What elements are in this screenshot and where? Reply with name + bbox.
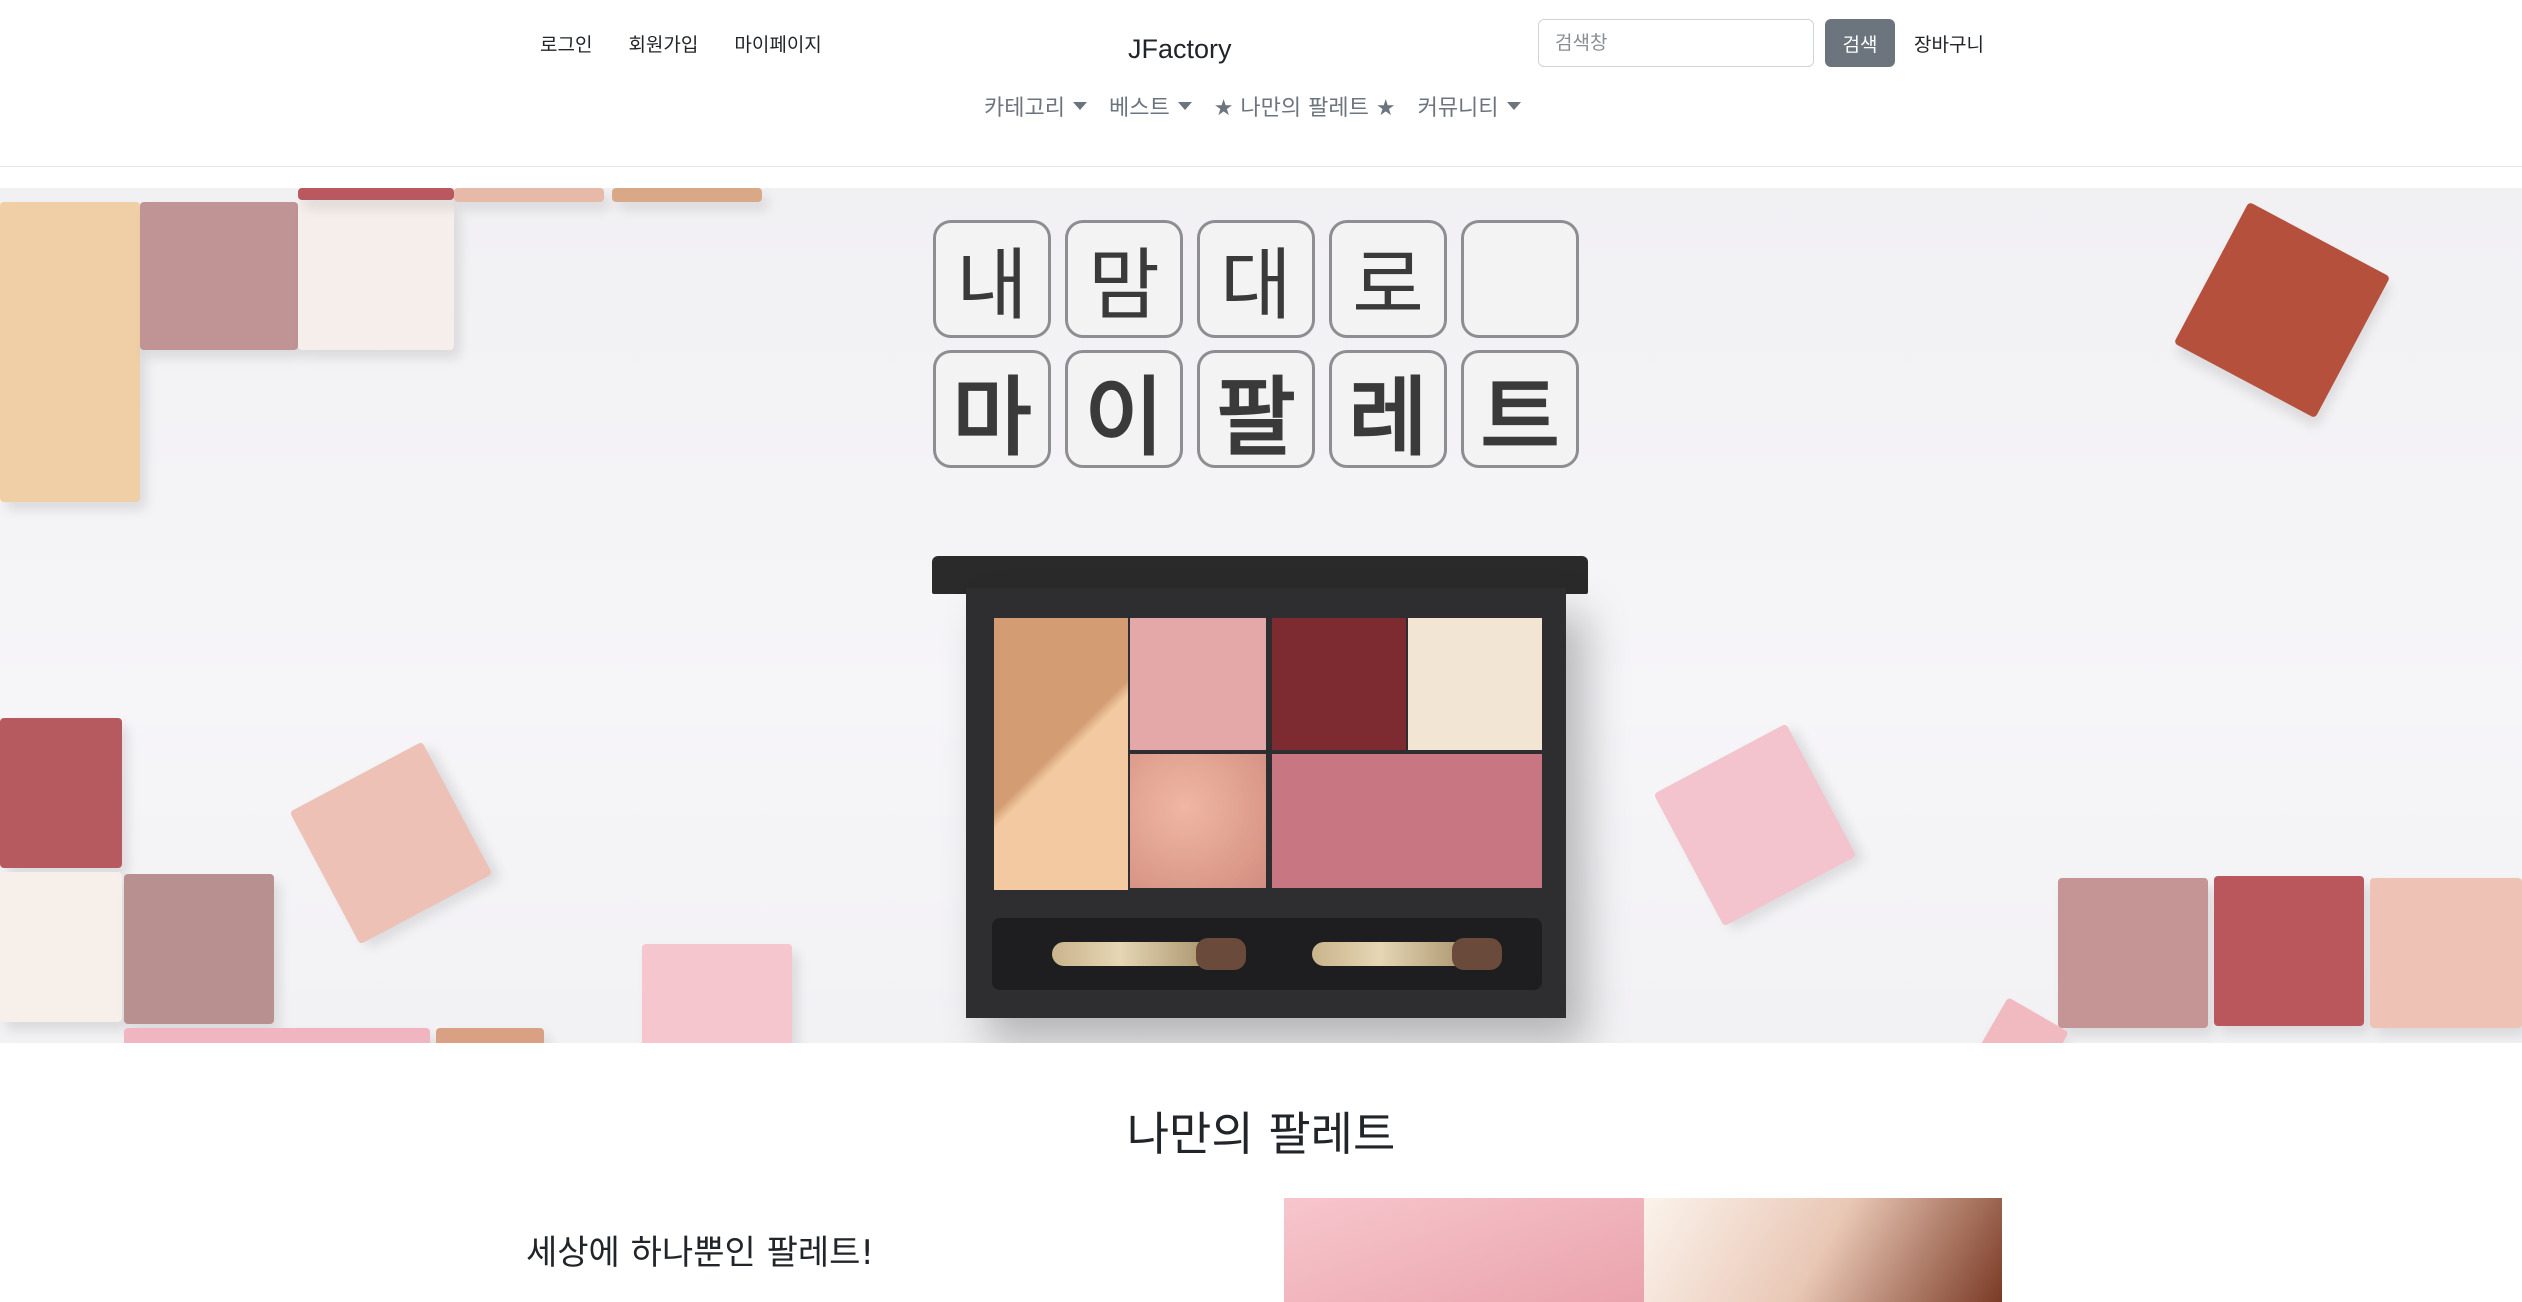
eyeshadow-pan <box>1973 997 2069 1043</box>
palette-well <box>1272 754 1542 888</box>
hero-tile: 이 <box>1065 350 1183 468</box>
palette-well <box>1272 618 1406 750</box>
hero-tile: 마 <box>933 350 1051 468</box>
signup-link[interactable]: 회원가입 <box>628 30 698 57</box>
hero-tile: 레 <box>1329 350 1447 468</box>
section-title: 나만의 팔레트 <box>1126 1107 1396 1161</box>
eyeshadow-pan <box>0 872 122 1022</box>
caret-down-icon <box>1072 102 1087 110</box>
hero-tile: 내 <box>933 220 1051 338</box>
eyeshadow-pan <box>298 202 454 350</box>
hero-tile <box>1461 220 1579 338</box>
search-button[interactable]: 검색 <box>1825 19 1895 67</box>
eyeshadow-pan <box>436 1028 544 1043</box>
eyeshadow-pan <box>2058 878 2208 1028</box>
promo-image-right <box>1644 1198 2002 1302</box>
login-link[interactable]: 로그인 <box>540 30 592 57</box>
nav-my-palette-link[interactable]: ★ 나만의 팔레트 ★ <box>1214 90 1396 122</box>
applicator-brush-head <box>1452 938 1502 970</box>
cart-link[interactable]: 장바구니 <box>1914 30 1984 57</box>
search-input[interactable] <box>1538 19 1814 67</box>
brush-tray <box>992 918 1542 990</box>
nav-community-label: 커뮤니티 <box>1417 96 1499 121</box>
eyeshadow-pan <box>1653 723 1857 927</box>
main-nav: 카테고리 베스트 ★ 나만의 팔레트 ★ 커뮤니티 <box>984 90 1521 122</box>
applicator-brush-head <box>1196 938 1246 970</box>
caret-down-icon <box>1177 102 1192 110</box>
palette-well <box>1130 618 1266 750</box>
promo-image-left <box>1284 1198 1644 1302</box>
nav-community-dropdown[interactable]: 커뮤니티 <box>1418 90 1521 122</box>
promo-image <box>1284 1198 2002 1302</box>
palette-well <box>1408 618 1542 750</box>
palette-well <box>994 618 1128 890</box>
search-bar: 검색 장바구니 <box>1538 19 1984 67</box>
eyeshadow-pan <box>124 1028 430 1043</box>
mypage-link[interactable]: 마이페이지 <box>734 30 821 57</box>
eyeshadow-pan <box>140 202 298 350</box>
eyeshadow-pan <box>0 718 122 868</box>
eyeshadow-pan <box>454 188 604 202</box>
eyeshadow-pan <box>2173 201 2391 419</box>
header-divider <box>0 166 2522 167</box>
eyeshadow-pan <box>298 188 454 200</box>
eyeshadow-pan <box>289 741 493 945</box>
eyeshadow-pan <box>0 202 140 502</box>
eyeshadow-pan <box>2370 878 2522 1028</box>
nav-best-dropdown[interactable]: 베스트 <box>1109 90 1192 122</box>
hero-tile: 팔 <box>1197 350 1315 468</box>
nav-category-dropdown[interactable]: 카테고리 <box>984 90 1087 122</box>
brand-logo[interactable]: JFactory <box>1128 34 1232 65</box>
hero-tile: 맘 <box>1065 220 1183 338</box>
hero-tile: 대 <box>1197 220 1315 338</box>
top-links: 로그인 회원가입 마이페이지 <box>540 30 822 57</box>
eyeshadow-pan <box>124 874 274 1024</box>
nav-my-palette-label: ★ 나만의 팔레트 ★ <box>1213 96 1396 121</box>
caret-down-icon <box>1506 102 1521 110</box>
palette-well <box>1130 754 1266 888</box>
nav-best-label: 베스트 <box>1108 96 1170 121</box>
eyeshadow-pan <box>612 188 762 202</box>
palette-case <box>966 588 1566 1018</box>
nav-category-label: 카테고리 <box>984 96 1065 121</box>
hero-tile: 로 <box>1329 220 1447 338</box>
section-tagline: 세상에 하나뿐인 팔레트! <box>526 1233 875 1273</box>
eyeshadow-pan <box>2214 876 2364 1026</box>
hero-tile: 트 <box>1461 350 1579 468</box>
hero-banner[interactable]: 내 맘 대 로 마 이 팔 레 트 <box>0 188 2522 1043</box>
eyeshadow-pan <box>642 944 792 1043</box>
